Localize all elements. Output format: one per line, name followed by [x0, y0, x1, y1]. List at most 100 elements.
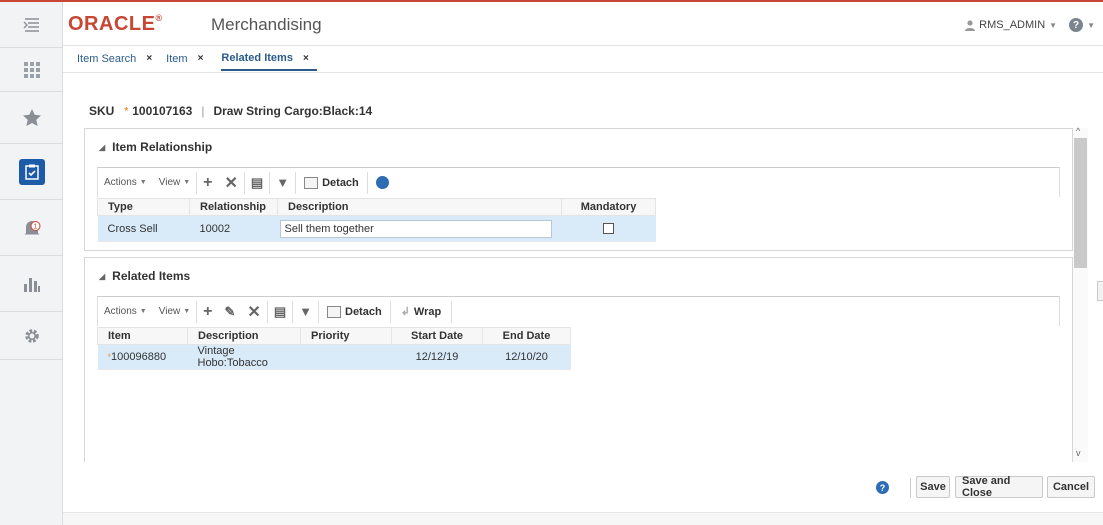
edit-pencil-icon[interactable]: ✎	[219, 304, 242, 320]
app-name: Merchandising	[211, 15, 322, 34]
view-menu[interactable]: View ▼	[153, 297, 196, 326]
tab-label: Related Items	[221, 52, 293, 64]
related-items-panel: ◢ Related Items Actions ▼ View ▼ + ✎ ✕ ▤ ▼…	[84, 257, 1073, 462]
panel-title: Item Relationship	[112, 140, 213, 154]
close-icon[interactable]: ×	[146, 53, 152, 64]
scroll-down-icon[interactable]: v	[1076, 448, 1081, 458]
help-icon[interactable]: ?	[1069, 18, 1084, 32]
main-content: ◢ Item Relationship Actions ▼ View ▼ + ✕ ▤…	[84, 128, 1076, 462]
table-row[interactable]: *100096880 Vintage Hobo:Tobacco 12/12/19…	[97, 344, 571, 370]
add-icon[interactable]: +	[197, 174, 218, 192]
notifications-bell-icon[interactable]: 1	[0, 200, 63, 256]
scroll-up-icon[interactable]: ^	[1076, 126, 1080, 136]
tab-label: Item	[166, 52, 188, 65]
freeze-column-icon[interactable]: ▤	[268, 304, 292, 320]
wrap-button[interactable]: ↲ Wrap	[391, 305, 452, 319]
column-header-type[interactable]: Type	[97, 198, 190, 216]
item-relationship-panel: ◢ Item Relationship Actions ▼ View ▼ + ✕ ▤…	[84, 128, 1073, 251]
panel-header[interactable]: ◢ Related Items	[85, 258, 1072, 294]
relationship-table: Type Relationship Description Mandatory …	[97, 198, 656, 242]
delete-icon[interactable]: ✕	[219, 173, 244, 193]
item-value: 100096880	[111, 351, 167, 363]
column-header-start-date[interactable]: Start Date	[391, 327, 483, 345]
tab-item-search[interactable]: Item Search ×	[77, 52, 160, 71]
title-separator: |	[201, 104, 205, 118]
panel-header[interactable]: ◢ Item Relationship	[85, 129, 1072, 165]
detach-icon	[327, 305, 341, 318]
related-items-toolbar: Actions ▼ View ▼ + ✎ ✕ ▤ ▼ Detach ↲ Wrap	[97, 296, 1060, 326]
wrap-icon: ↲	[400, 306, 410, 318]
sku-value: 100107163	[132, 104, 193, 118]
scrollbar-thumb[interactable]	[1074, 138, 1087, 268]
translate-globe-icon[interactable]	[375, 176, 389, 189]
user-menu-chevron-icon: ▼	[1049, 20, 1058, 30]
save-and-close-button[interactable]: Save and Close	[955, 475, 1043, 499]
save-button[interactable]: Save	[916, 476, 950, 498]
cancel-button[interactable]: Cancel	[1047, 476, 1095, 498]
column-header-priority[interactable]: Priority	[300, 327, 392, 345]
reports-chart-icon[interactable]	[0, 256, 63, 312]
help-menu-chevron-icon[interactable]: ▼	[1087, 21, 1095, 30]
delete-icon[interactable]: ✕	[241, 302, 266, 322]
table-row[interactable]: Cross Sell 10002 Sell them together	[97, 215, 656, 242]
priority-cell[interactable]	[300, 344, 392, 370]
vertical-scrollbar[interactable]: ^ v	[1073, 126, 1088, 462]
help-icon[interactable]: ?	[876, 481, 889, 494]
detach-label: Detach	[322, 176, 359, 189]
panel-splitter-handle[interactable]	[1097, 281, 1103, 301]
relationship-cell: 10002	[189, 215, 278, 242]
tab-divider	[63, 72, 1103, 73]
detach-label: Detach	[345, 305, 382, 318]
oracle-logo: ORACLE®	[68, 13, 163, 35]
column-header-mandatory[interactable]: Mandatory	[561, 198, 656, 216]
chevron-down-icon: ▼	[139, 308, 147, 315]
freeze-column-icon[interactable]: ▤	[245, 175, 269, 191]
column-header-end-date[interactable]: End Date	[482, 327, 571, 345]
apps-grid-icon[interactable]	[0, 48, 63, 92]
end-date-cell: 12/10/20	[482, 344, 571, 370]
left-nav: 1	[0, 2, 63, 525]
page-title: SKU * 100107163 | Draw String Cargo:Blac…	[89, 104, 372, 118]
actions-label: Actions	[104, 177, 137, 188]
document-tabs: Item Search × Item × Related Items ×	[77, 52, 317, 71]
related-items-table: Item Description Priority Start Date End…	[97, 327, 571, 370]
filter-icon[interactable]: ▼	[270, 175, 295, 190]
footer-divider	[910, 478, 911, 498]
collapse-triangle-icon[interactable]: ◢	[99, 143, 105, 152]
app-header: ORACLE® Merchandising RMS_ADMIN ▼ ? ▼	[63, 2, 1103, 46]
user-icon	[965, 19, 976, 31]
filter-icon[interactable]: ▼	[293, 304, 318, 319]
user-name: RMS_ADMIN	[979, 19, 1046, 31]
actions-menu[interactable]: Actions ▼	[98, 168, 153, 197]
actions-menu[interactable]: Actions ▼	[98, 297, 153, 326]
add-icon[interactable]: +	[197, 303, 218, 321]
description-input[interactable]: Sell them together	[279, 219, 552, 238]
tab-label: Item Search	[77, 52, 137, 65]
column-header-description[interactable]: Description	[187, 327, 301, 345]
sku-label: SKU	[89, 104, 115, 118]
tab-related-items[interactable]: Related Items ×	[221, 52, 317, 71]
detach-button[interactable]: Detach	[296, 176, 367, 189]
tab-item[interactable]: Item ×	[166, 52, 211, 71]
column-header-item[interactable]: Item	[97, 327, 188, 345]
close-icon[interactable]: ×	[198, 53, 204, 64]
notification-count: 1	[33, 223, 37, 230]
footer-bar: ? Save Save and Close Cancel	[63, 464, 1103, 512]
detach-button[interactable]: Detach	[319, 305, 390, 318]
column-header-relationship[interactable]: Relationship	[189, 198, 278, 216]
collapse-triangle-icon[interactable]: ◢	[99, 272, 105, 281]
close-icon[interactable]: ×	[303, 53, 309, 64]
task-clipboard-icon[interactable]	[0, 144, 63, 200]
tasks-menu-icon[interactable]	[0, 2, 63, 48]
favorites-star-icon[interactable]	[0, 92, 63, 144]
mandatory-checkbox[interactable]	[603, 223, 614, 234]
item-description: Draw String Cargo:Black:14	[213, 104, 373, 118]
item-cell: *100096880	[97, 344, 188, 370]
settings-gear-icon[interactable]	[0, 312, 63, 360]
actions-label: Actions	[104, 306, 137, 317]
required-indicator-icon: *	[124, 105, 129, 117]
column-header-description[interactable]: Description	[277, 198, 562, 216]
user-menu[interactable]: RMS_ADMIN ▼ ? ▼	[965, 18, 1095, 32]
description-cell: Sell them together	[277, 215, 562, 242]
view-menu[interactable]: View ▼	[153, 168, 196, 197]
